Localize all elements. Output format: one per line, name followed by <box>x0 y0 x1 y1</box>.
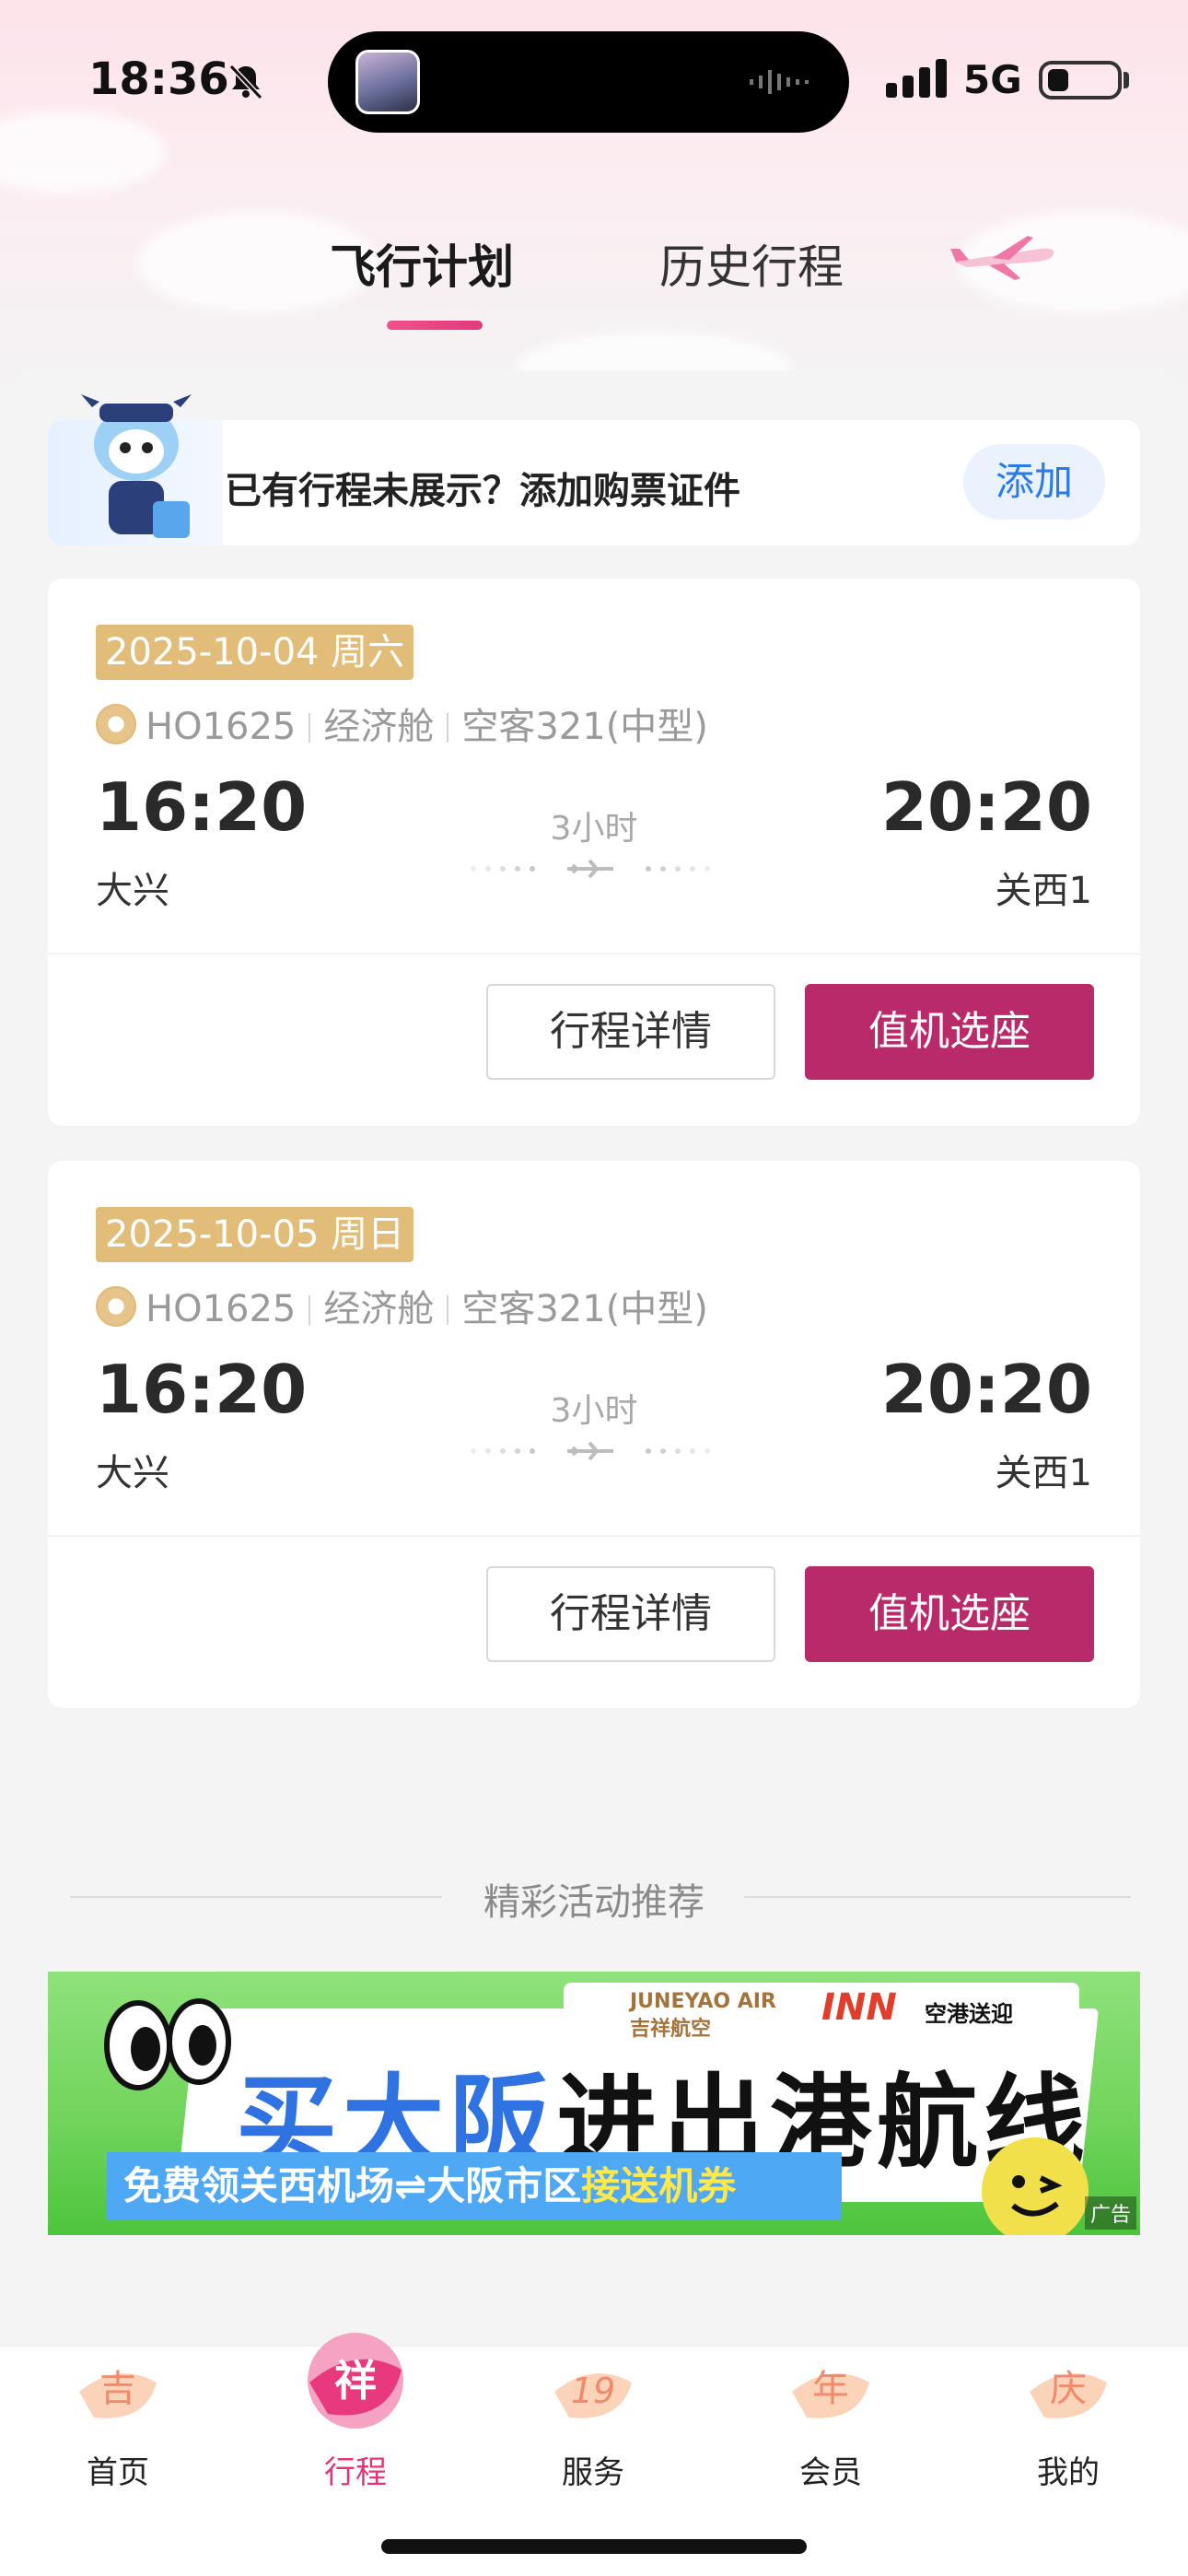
nav-profile[interactable]: 庆 我的 <box>976 2346 1160 2491</box>
now-playing-thumbnail[interactable] <box>355 50 420 114</box>
signal-icon <box>886 59 947 98</box>
flight-duration: 3小时 <box>550 1392 638 1430</box>
partner-logo: INN <box>821 1986 897 2029</box>
trip-detail-button[interactable]: 行程详情 <box>486 984 775 1080</box>
tab-flight-plan[interactable]: 飞行计划 <box>330 230 514 297</box>
bell-slash-icon <box>228 64 263 100</box>
banner-subtitle: 免费领关西机场⇌大阪市区接送机券 <box>107 2152 842 2220</box>
nav-label-member: 会员 <box>799 2454 862 2491</box>
notice-text: 已有行程未展示？添加购票证件 <box>225 470 740 512</box>
partner-logo-cn: 空港送迎 <box>925 2001 1013 2027</box>
audio-wave-icon <box>750 70 809 94</box>
nav-trips[interactable]: 祥 行程 <box>263 2333 448 2491</box>
member-icon: 年 <box>792 2368 869 2418</box>
nav-label-home: 首页 <box>87 2454 149 2491</box>
subtitle-part2: 接送机券 <box>581 2163 737 2208</box>
svg-text:祥: 祥 <box>334 2356 377 2406</box>
aircraft-type: 空客321(中型) <box>461 1288 708 1330</box>
arrival-airport: 关西1 <box>995 870 1092 912</box>
departure-airport: 大兴 <box>96 870 169 912</box>
checkin-seat-button[interactable]: 值机选座 <box>805 984 1094 1080</box>
status-time: 18:36 <box>88 53 229 105</box>
svg-text:吉: 吉 <box>99 2368 136 2410</box>
network-type: 5G <box>963 57 1022 102</box>
juneyao-logo-en: JUNEYAO AIR <box>630 1990 776 2013</box>
nav-member[interactable]: 年 会员 <box>739 2346 923 2491</box>
route-plane-icon <box>471 859 710 879</box>
trip-detail-button[interactable]: 行程详情 <box>486 1566 775 1662</box>
cabin-class: 经济舱 <box>323 706 435 748</box>
nav-service[interactable]: 19 服务 <box>501 2346 685 2491</box>
checkin-seat-button[interactable]: 值机选座 <box>805 1566 1094 1662</box>
svg-text:年: 年 <box>812 2368 849 2410</box>
aircraft-type: 空客321(中型) <box>461 706 708 748</box>
flight-number: HO1625 <box>146 706 297 748</box>
promo-banner[interactable]: JUNEYAO AIR 吉祥航空 INN 空港送迎 买大阪进出港航线 免费领关西… <box>48 1972 1140 2235</box>
arrival-airport: 关西1 <box>995 1452 1092 1494</box>
home-icon: 吉 <box>79 2368 157 2418</box>
add-id-button[interactable]: 添加 <box>963 444 1105 520</box>
flight-card[interactable]: 2025-10-04 周六 HO1625 经济舱 空客321(中型) 16:20 2… <box>48 579 1140 1126</box>
departure-airport: 大兴 <box>96 1452 169 1494</box>
flight-number: HO1625 <box>146 1288 297 1330</box>
dynamic-island[interactable] <box>328 31 849 133</box>
recommend-title: 精彩活动推荐 <box>483 1881 705 1924</box>
profile-icon: 庆 <box>1030 2368 1107 2418</box>
smiley-icon <box>982 2137 1089 2235</box>
nav-label-service: 服务 <box>562 2454 624 2491</box>
date-badge: 2025-10-04 周六 <box>96 625 414 680</box>
svg-text:19: 19 <box>571 2371 615 2411</box>
route-plane-icon <box>471 1441 710 1461</box>
service-icon: 19 <box>554 2371 632 2418</box>
airline-logo-icon <box>96 704 136 744</box>
nav-label-profile: 我的 <box>1037 2454 1100 2491</box>
juneyao-logo-cn: 吉祥航空 <box>630 2018 712 2041</box>
nav-label-trips: 行程 <box>324 2454 387 2491</box>
home-indicator[interactable] <box>381 2539 807 2554</box>
mascot-icon <box>81 394 192 538</box>
flight-card[interactable]: 2025-10-05 周日 HO1625 经济舱 空客321(中型) 16:20 2… <box>48 1161 1140 1708</box>
tab-indicator <box>387 321 483 330</box>
flight-info: HO1625 经济舱 空客321(中型) <box>146 697 708 750</box>
tab-history-trips[interactable]: 历史行程 <box>659 230 844 297</box>
battery-icon <box>1039 61 1122 100</box>
subtitle-part1: 免费领关西机场⇌大阪市区 <box>123 2163 582 2208</box>
ad-label: 广告 <box>1084 2196 1136 2230</box>
nav-home[interactable]: 吉 首页 <box>26 2346 210 2491</box>
svg-text:庆: 庆 <box>1050 2368 1087 2410</box>
flight-duration: 3小时 <box>550 810 638 848</box>
trips-icon: 祥 <box>308 2333 403 2429</box>
airline-logo-icon <box>96 1286 136 1327</box>
cartoon-eyes-icon <box>104 1998 231 2090</box>
flight-info: HO1625 经济舱 空客321(中型) <box>146 1279 708 1332</box>
date-badge: 2025-10-05 周日 <box>96 1207 414 1262</box>
plane-icon <box>950 236 1054 280</box>
cabin-class: 经济舱 <box>323 1288 435 1330</box>
